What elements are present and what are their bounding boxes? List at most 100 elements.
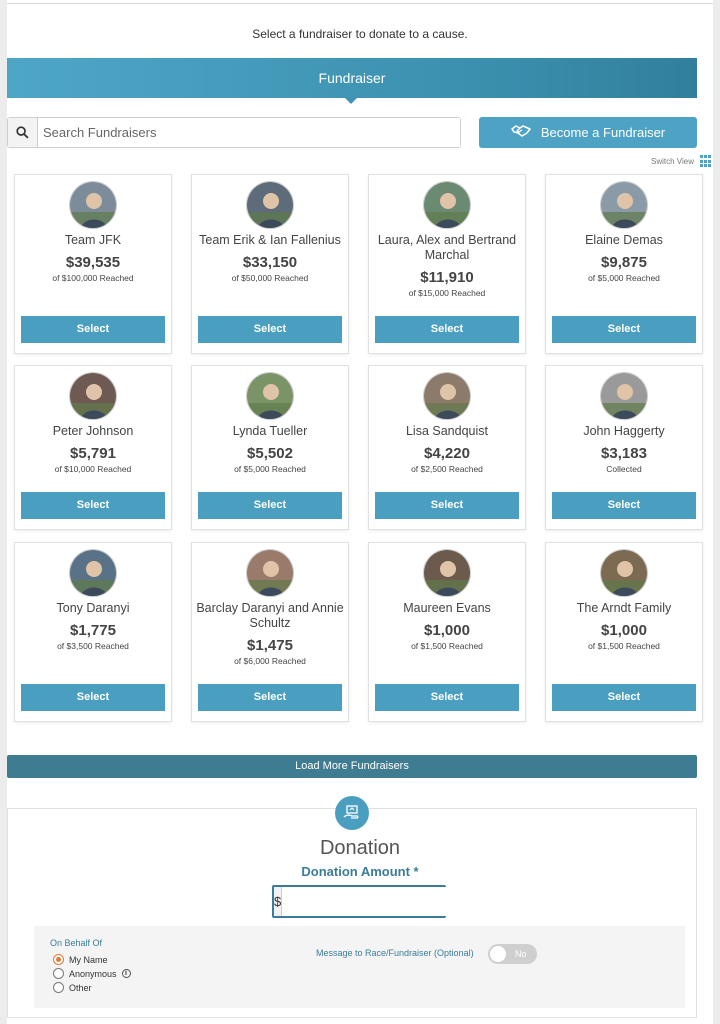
fundraiser-name: Team Erik & Ian Fallenius — [199, 233, 341, 247]
fundraiser-amount: $1,000 — [424, 622, 470, 639]
select-button[interactable]: Select — [375, 684, 519, 711]
fundraiser-name: Lynda Tueller — [232, 424, 308, 438]
select-button[interactable]: Select — [21, 684, 165, 711]
radio-anonymous[interactable]: Anonymous i — [53, 968, 131, 979]
fundraiser-card: Maureen Evans $1,000 of $1,500 Reached Sele… — [368, 542, 526, 722]
radio-other[interactable]: Other — [53, 982, 92, 993]
search-input[interactable] — [38, 118, 460, 147]
fundraiser-goal: of $1,500 Reached — [411, 641, 483, 651]
fundraiser-name: Elaine Demas — [585, 233, 663, 247]
fundraiser-amount: $1,775 — [70, 622, 116, 639]
fundraiser-amount: $3,183 — [601, 445, 647, 462]
fundraiser-goal: of $1,500 Reached — [588, 641, 660, 651]
fundraiser-banner: Fundraiser — [7, 58, 697, 98]
fundraiser-goal: of $3,500 Reached — [57, 641, 129, 651]
top-divider — [7, 0, 713, 4]
fundraiser-card: John Haggerty $3,183 Collected Select — [545, 365, 703, 530]
fundraiser-amount: $1,000 — [601, 622, 647, 639]
fundraiser-avatar — [600, 372, 648, 420]
fundraiser-amount: $33,150 — [242, 254, 298, 271]
fundraiser-name: Tony Daranyi — [56, 601, 130, 615]
select-button[interactable]: Select — [552, 684, 696, 711]
fundraiser-card: Peter Johnson $5,791 of $10,000 Reached Sel… — [14, 365, 172, 530]
become-fundraiser-label: Become a Fundraiser — [540, 125, 666, 140]
become-fundraiser-button[interactable]: Become a Fundraiser — [479, 117, 697, 148]
fundraiser-name: Peter Johnson — [52, 424, 134, 438]
grid-view-icon[interactable] — [700, 155, 713, 168]
fundraiser-goal: of $6,000 Reached — [234, 656, 306, 666]
radio-label: My Name — [69, 954, 108, 965]
select-button[interactable]: Select — [375, 316, 519, 343]
fundraiser-card: Team Erik & Ian Fallenius $33,150 of $50,0… — [191, 174, 349, 354]
fundraiser-name: The Arndt Family — [576, 601, 672, 615]
select-button[interactable]: Select — [552, 492, 696, 519]
fundraiser-avatar — [423, 372, 471, 420]
radio-label: Anonymous — [69, 968, 117, 979]
fundraiser-avatar — [69, 549, 117, 597]
donation-options: On Behalf Of My Name Anonymous i Other M… — [34, 926, 685, 1008]
fundraiser-amount: $11,910 — [420, 269, 474, 286]
fundraiser-goal: Collected — [606, 464, 642, 474]
fundraiser-amount: $1,475 — [247, 637, 293, 654]
fundraiser-card: Tony Daranyi $1,775 of $3,500 Reached Selec… — [14, 542, 172, 722]
fundraiser-avatar — [423, 549, 471, 597]
donation-amount-input[interactable] — [282, 887, 460, 916]
fundraiser-card: Lisa Sandquist $4,220 of $2,500 Reached Sel… — [368, 365, 526, 530]
search-bar — [7, 117, 461, 148]
switch-view[interactable]: Switch View — [651, 155, 713, 168]
fundraiser-goal: of $100,000 Reached — [52, 273, 134, 283]
fundraiser-card: Lynda Tueller $5,502 of $5,000 Reached Sele… — [191, 365, 349, 530]
on-behalf-title: On Behalf Of — [50, 938, 103, 948]
fundraiser-avatar — [246, 181, 294, 229]
fundraiser-name: Barclay Daranyi and Annie Schultz — [196, 601, 344, 630]
select-button[interactable]: Select — [21, 316, 165, 343]
fundraiser-avatar — [600, 181, 648, 229]
fundraiser-goal: of $5,000 Reached — [234, 464, 306, 474]
fundraiser-avatar — [423, 181, 471, 229]
select-button[interactable]: Select — [198, 684, 342, 711]
donation-icon — [335, 796, 369, 830]
fundraiser-goal: of $2,500 Reached — [411, 464, 483, 474]
fundraiser-amount: $9,875 — [601, 254, 647, 271]
load-more-button[interactable]: Load More Fundraisers — [7, 755, 697, 778]
fundraiser-name: Laura, Alex and Bertrand Marchal — [377, 233, 517, 262]
select-button[interactable]: Select — [21, 492, 165, 519]
toggle-state: No — [515, 949, 527, 959]
banner-notch — [345, 98, 357, 104]
radio-button[interactable] — [53, 982, 64, 993]
fundraiser-goal: of $5,000 Reached — [588, 273, 660, 283]
fundraiser-name: Maureen Evans — [403, 601, 491, 615]
info-icon[interactable]: i — [121, 969, 131, 978]
fundraiser-card: Elaine Demas $9,875 of $5,000 Reached Selec… — [545, 174, 703, 354]
message-toggle[interactable]: No — [488, 944, 537, 964]
select-button[interactable]: Select — [375, 492, 519, 519]
fundraiser-avatar — [246, 372, 294, 420]
select-button[interactable]: Select — [552, 316, 696, 343]
fundraiser-goal: of $15,000 Reached — [408, 288, 486, 298]
donation-amount-field: $ — [272, 885, 460, 918]
handshake-icon — [511, 124, 531, 141]
radio-button[interactable] — [53, 968, 64, 979]
fundraiser-amount: $39,535 — [65, 254, 121, 271]
search-icon[interactable] — [8, 118, 38, 147]
select-button[interactable]: Select — [198, 316, 342, 343]
donation-amount-label: Donation Amount * — [301, 864, 419, 879]
radio-button[interactable] — [53, 954, 64, 965]
radio-my-name[interactable]: My Name — [53, 954, 108, 965]
fundraiser-card: The Arndt Family $1,000 of $1,500 Reached S… — [545, 542, 703, 722]
currency-symbol: $ — [274, 887, 283, 916]
fundraiser-amount: $4,220 — [424, 445, 470, 462]
fundraiser-name: Team JFK — [64, 233, 122, 247]
radio-label: Other — [69, 982, 92, 993]
fundraiser-avatar — [600, 549, 648, 597]
fundraiser-amount: $5,502 — [247, 445, 293, 462]
select-button[interactable]: Select — [198, 492, 342, 519]
fundraiser-goal: of $10,000 Reached — [54, 464, 132, 474]
fundraiser-avatar — [246, 549, 294, 597]
fundraiser-name: Lisa Sandquist — [405, 424, 488, 438]
fundraiser-avatar — [69, 181, 117, 229]
donation-title: Donation — [319, 837, 401, 859]
fundraiser-card: Team JFK $39,535 of $100,000 Reached Select — [14, 174, 172, 354]
fundraiser-avatar — [69, 372, 117, 420]
fundraiser-goal: of $50,000 Reached — [231, 273, 309, 283]
